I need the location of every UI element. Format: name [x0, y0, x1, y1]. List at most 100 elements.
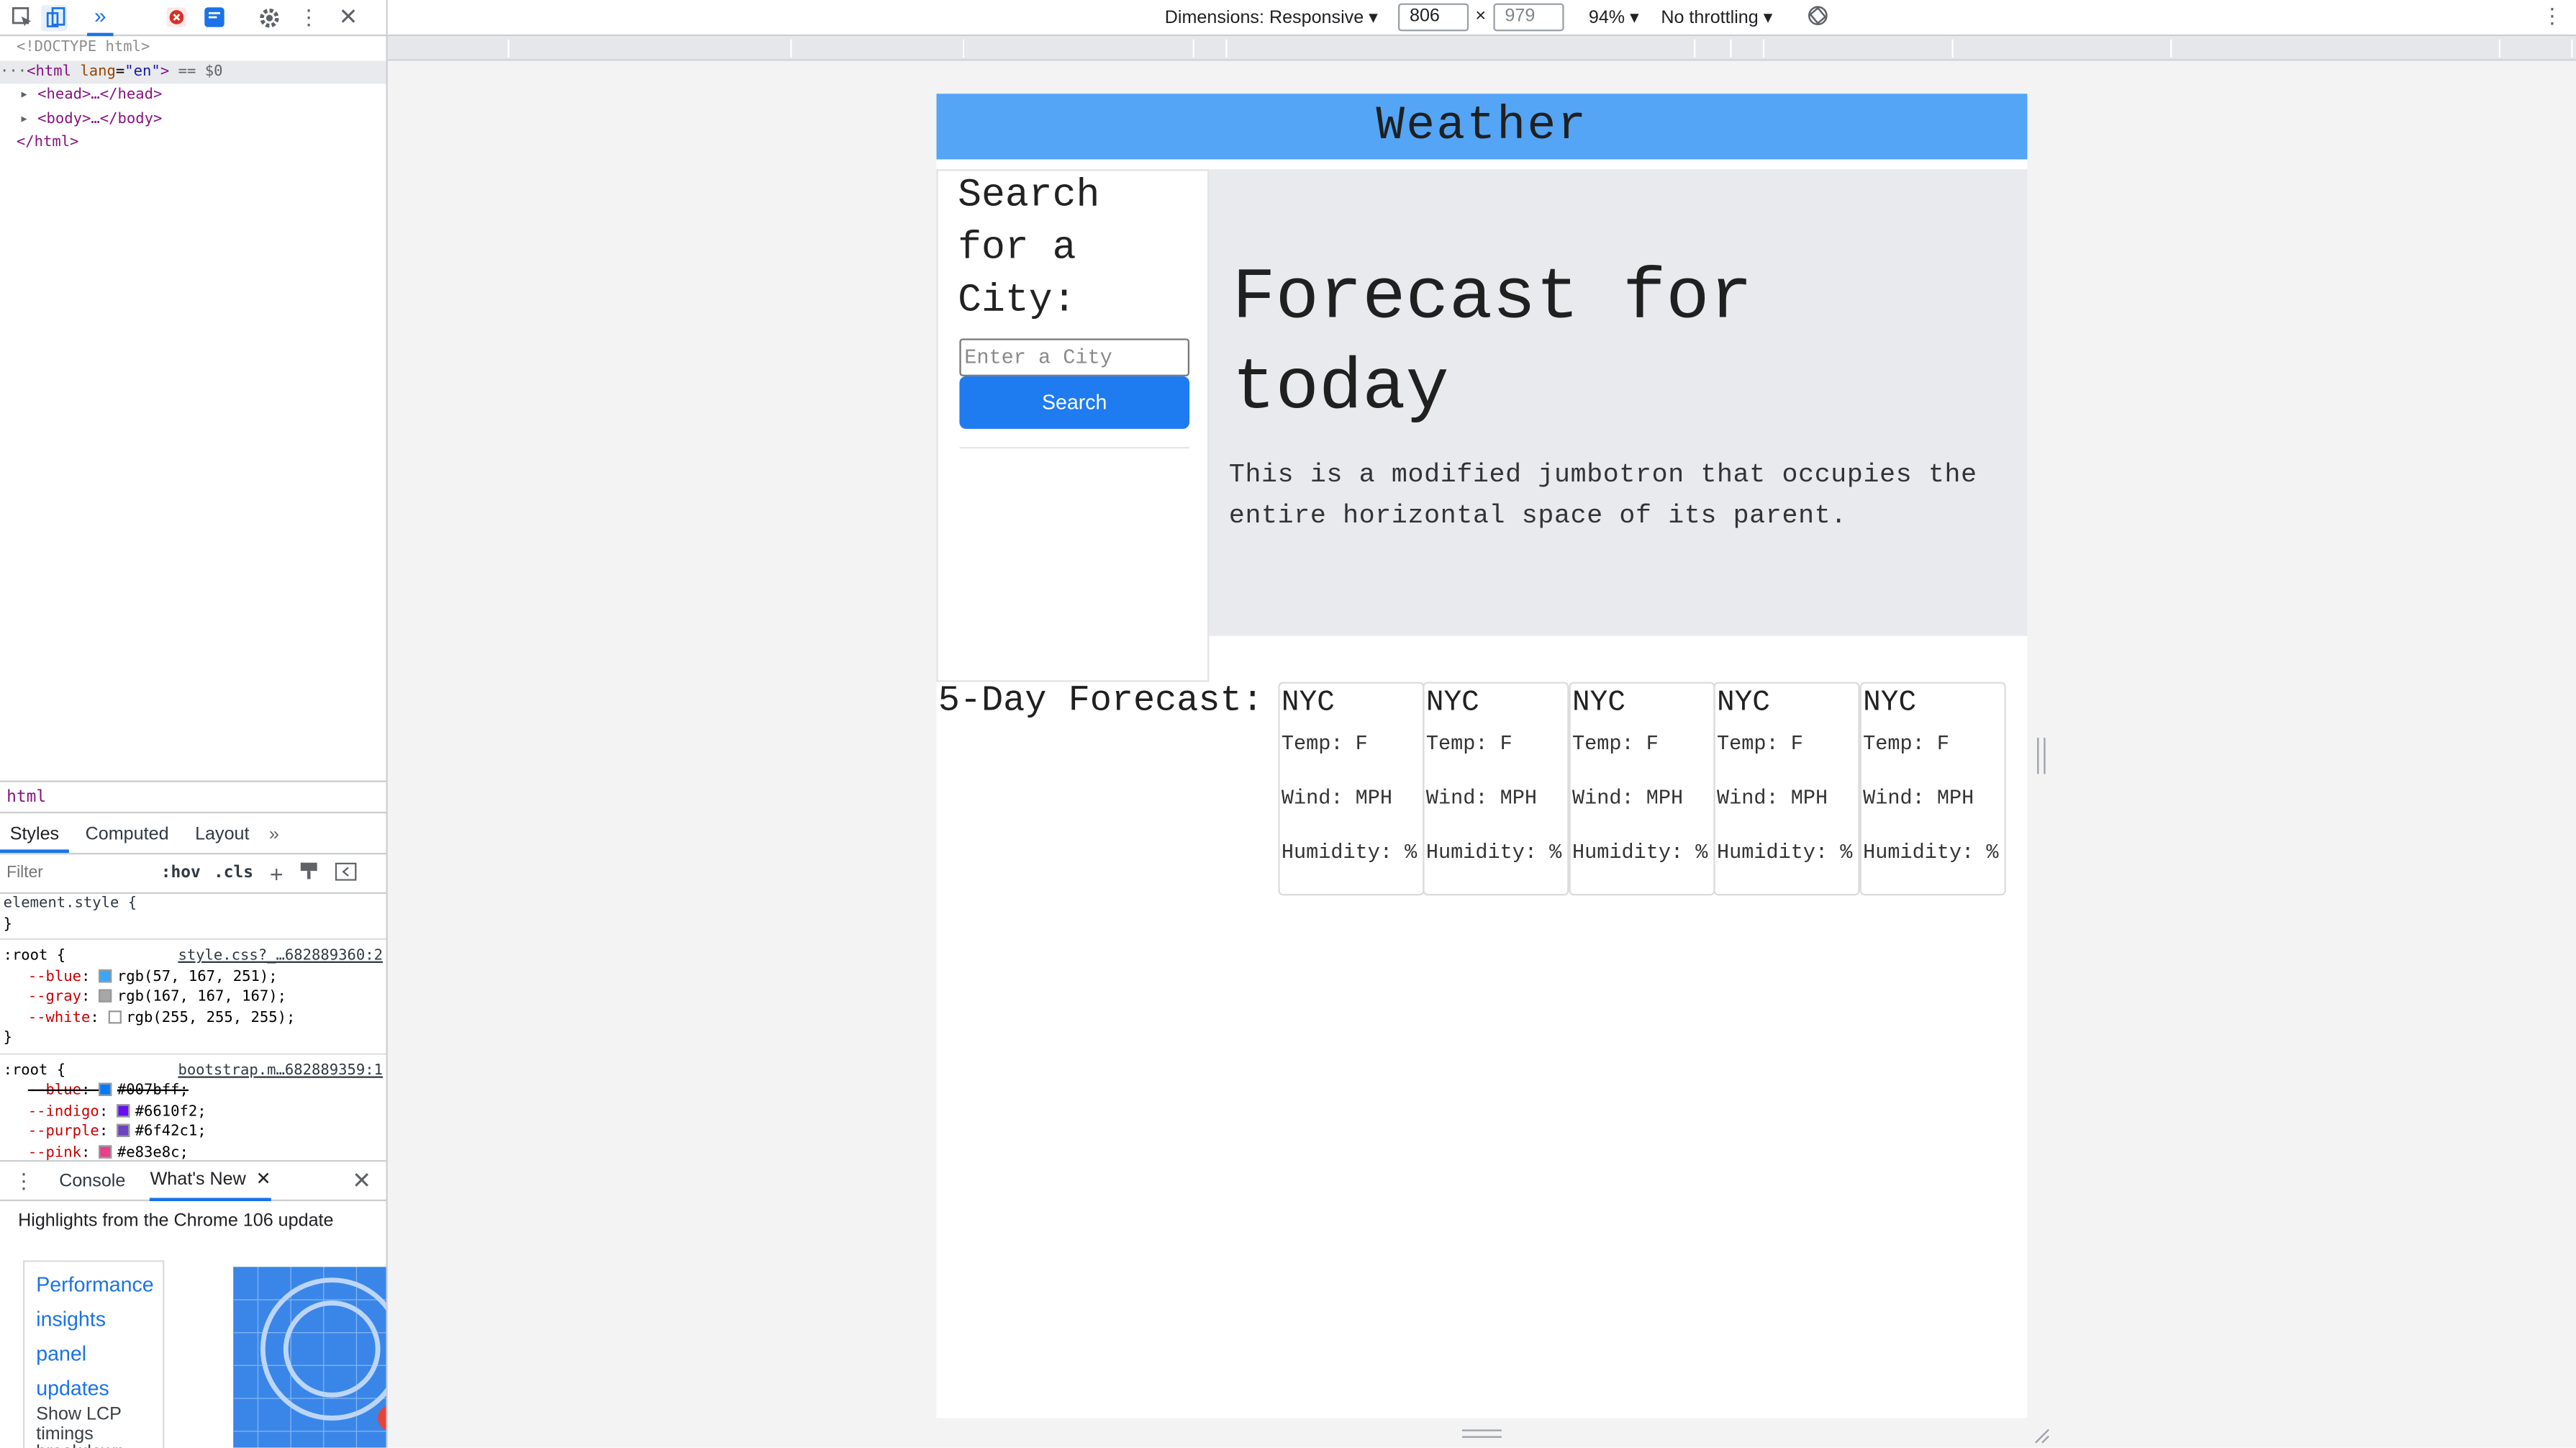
- forecast-temp: Temp: F: [1572, 733, 1659, 756]
- error-badge-icon[interactable]: [163, 4, 189, 31]
- throttling-dropdown[interactable]: No throttling ▾: [1661, 6, 1772, 28]
- throttling-label: No throttling: [1661, 8, 1759, 28]
- ruler-segment[interactable]: [1695, 39, 1732, 58]
- caret-down-icon: ▾: [1369, 8, 1378, 28]
- tab-whats-new[interactable]: What's New ✕: [150, 1160, 271, 1202]
- close-devtools-icon[interactable]: ✕: [335, 4, 362, 31]
- ruler-segment[interactable]: [964, 39, 1194, 58]
- ruler-segment[interactable]: [1731, 39, 1765, 58]
- body-node-text: <body>…</body>: [37, 111, 163, 127]
- root-rule-style-css[interactable]: style.css?_…682889360:2:root { --blue: r…: [0, 940, 386, 1054]
- device-toolbar-icon[interactable]: [41, 4, 68, 31]
- css-prop-name: --gray: [27, 989, 82, 1006]
- color-swatch[interactable]: [99, 1082, 113, 1096]
- ruler-segment[interactable]: [391, 39, 509, 58]
- color-swatch[interactable]: [117, 1103, 130, 1117]
- jumbotron-heading: Forecast for today: [1232, 258, 1753, 431]
- tab-console[interactable]: Console: [59, 1171, 125, 1190]
- media-query-ruler[interactable]: [387, 36, 2576, 61]
- css-property[interactable]: --white: rgb(255, 255, 255);: [4, 1008, 383, 1029]
- rule-source-link[interactable]: style.css?_…682889360:2: [178, 946, 383, 967]
- more-style-tabs-icon[interactable]: »: [259, 815, 289, 853]
- viewport-bottom-resize-handle[interactable]: [1462, 1429, 1502, 1438]
- css-property-overridden[interactable]: --blue: #007bff;: [4, 1081, 383, 1102]
- expand-triangle-icon[interactable]: ▸: [19, 111, 28, 127]
- search-button[interactable]: Search: [959, 376, 1190, 429]
- css-property[interactable]: --purple: #6f42c1;: [4, 1122, 383, 1143]
- close-tab-icon[interactable]: ✕: [256, 1170, 271, 1190]
- more-tabs-icon[interactable]: »: [87, 0, 114, 36]
- tab-computed[interactable]: Computed: [76, 815, 178, 853]
- paint-bucket-icon[interactable]: [299, 861, 319, 885]
- css-prop-value: rgb(255, 255, 255);: [126, 1010, 296, 1026]
- styles-filter-bar: :hov .cls +: [0, 854, 386, 895]
- forecast-humidity: Humidity: %: [1863, 841, 1999, 864]
- ruler-segment[interactable]: [2500, 39, 2573, 58]
- ruler-segment[interactable]: [792, 39, 965, 58]
- tab-styles[interactable]: Styles: [0, 815, 69, 853]
- expand-triangle-icon[interactable]: ▸: [19, 87, 28, 104]
- head-node[interactable]: ▸ <head>…</head>: [0, 83, 386, 107]
- issues-badge-icon[interactable]: [201, 4, 227, 31]
- inspect-element-icon[interactable]: [8, 4, 35, 31]
- settings-gear-icon[interactable]: [256, 4, 283, 31]
- color-swatch[interactable]: [99, 1144, 113, 1158]
- css-property[interactable]: --indigo: #6610f2;: [4, 1102, 383, 1123]
- forecast-wind: Wind: MPH: [1572, 787, 1684, 810]
- drawer-menu-icon[interactable]: ⋮: [13, 1167, 35, 1194]
- close-drawer-icon[interactable]: ✕: [352, 1167, 371, 1195]
- ruler-segment[interactable]: [1954, 39, 2172, 58]
- root-rule-bootstrap[interactable]: bootstrap.m…682889359:1:root { --blue: #…: [0, 1054, 386, 1160]
- whats-new-link[interactable]: Performance: [36, 1269, 153, 1303]
- corner-resize-icon[interactable]: [2031, 1423, 2050, 1448]
- ruler-segment[interactable]: [2172, 39, 2501, 58]
- css-property[interactable]: --blue: rgb(57, 167, 251);: [4, 967, 383, 988]
- rotate-icon[interactable]: [1808, 5, 1829, 32]
- whats-new-link[interactable]: updates: [36, 1372, 151, 1406]
- css-prop-value: rgb(57, 167, 251);: [117, 968, 278, 985]
- html-close-node[interactable]: </html>: [0, 132, 386, 155]
- whats-new-card[interactable]: Performance insights panel updates Show …: [22, 1260, 165, 1448]
- color-swatch[interactable]: [99, 968, 113, 982]
- html-node-selected[interactable]: ···<html lang="en"> == $0: [0, 60, 386, 84]
- ruler-segment[interactable]: [1228, 39, 1696, 58]
- forecast-temp: Temp: F: [1716, 733, 1803, 756]
- css-prop-value: rgb(167, 167, 167);: [117, 989, 286, 1006]
- zoom-dropdown[interactable]: 94% ▾: [1589, 6, 1639, 27]
- breadcrumb-item-html[interactable]: html: [6, 789, 46, 807]
- whats-new-link[interactable]: insights: [36, 1303, 151, 1338]
- hov-toggle[interactable]: :hov: [161, 864, 201, 882]
- forecast-wind: Wind: MPH: [1425, 787, 1537, 810]
- css-property[interactable]: --gray: rgb(167, 167, 167);: [4, 987, 383, 1008]
- height-input[interactable]: 979: [1493, 3, 1564, 32]
- city-search-input[interactable]: [959, 338, 1190, 376]
- ruler-segment[interactable]: [1764, 39, 1954, 58]
- css-prop-name: --blue: [27, 1082, 82, 1100]
- device-toolbar-menu-icon[interactable]: ⋮: [2541, 4, 2563, 30]
- rule-source-link[interactable]: bootstrap.m…682889359:1: [178, 1061, 383, 1082]
- forecast-card: NYC Temp: F Wind: MPH Humidity: %: [1713, 682, 1860, 896]
- color-swatch[interactable]: [117, 1123, 130, 1137]
- color-swatch[interactable]: [99, 989, 113, 1003]
- ruler-segment[interactable]: [509, 39, 792, 58]
- element-style-rule[interactable]: element.style { }: [0, 894, 386, 940]
- cls-toggle[interactable]: .cls: [214, 864, 253, 882]
- css-prop-value: #6610f2;: [135, 1103, 207, 1121]
- whats-new-link[interactable]: panel: [36, 1338, 151, 1372]
- color-swatch[interactable]: [108, 1010, 122, 1023]
- doctype-node[interactable]: <!DOCTYPE html>: [0, 36, 386, 60]
- css-property[interactable]: --pink: #e83e8c;: [4, 1143, 383, 1160]
- styles-filter-input[interactable]: [0, 858, 152, 889]
- width-input[interactable]: 806: [1398, 3, 1469, 32]
- dimensions-dropdown[interactable]: Dimensions: Responsive ▾: [1165, 6, 1378, 28]
- kebab-menu-icon[interactable]: ⋮: [296, 4, 322, 31]
- toggle-sidebar-icon[interactable]: [335, 861, 358, 885]
- jumbotron: Forecast for today This is a modified ju…: [1209, 169, 2028, 636]
- forecast-wind: Wind: MPH: [1281, 787, 1393, 810]
- ruler-segment[interactable]: [1194, 39, 1228, 58]
- forecast-wind: Wind: MPH: [1716, 787, 1828, 810]
- tab-layout[interactable]: Layout: [185, 815, 259, 853]
- viewport-right-resize-handle[interactable]: [2037, 738, 2046, 774]
- body-node[interactable]: ▸ <body>…</body>: [0, 108, 386, 132]
- new-style-rule-icon[interactable]: +: [270, 860, 284, 887]
